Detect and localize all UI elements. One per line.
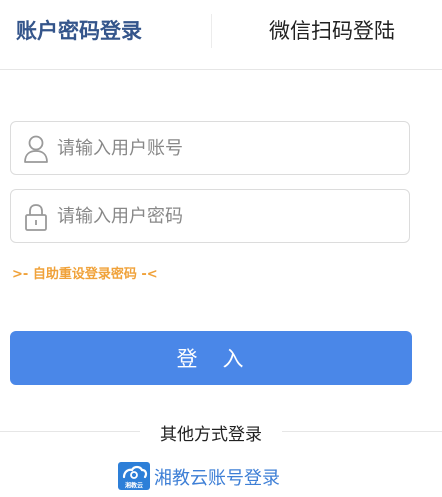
lock-icon	[23, 203, 49, 231]
user-icon	[23, 135, 49, 163]
username-field[interactable]	[10, 121, 410, 175]
xiangjiaoyun-logo-text: 湘教云	[125, 482, 143, 490]
login-tabs: 账户密码登录 微信扫码登陆	[0, 0, 442, 70]
other-methods-title: 其他方式登录	[140, 420, 282, 445]
login-button[interactable]: 登 入	[10, 331, 412, 385]
password-field[interactable]	[10, 189, 410, 243]
password-input[interactable]	[57, 190, 397, 242]
tab-wechat-scan[interactable]: 微信扫码登陆	[269, 0, 395, 62]
username-input[interactable]	[57, 122, 397, 174]
reset-password-link[interactable]: >- 自助重设登录密码 -<	[12, 263, 158, 282]
tab-account-password[interactable]: 账户密码登录	[16, 0, 142, 62]
xiangjiaoyun-logo-icon: 湘教云	[118, 462, 150, 490]
tab-divider	[211, 14, 212, 48]
xiangjiaoyun-login-label: 湘教云账号登录	[154, 468, 280, 489]
